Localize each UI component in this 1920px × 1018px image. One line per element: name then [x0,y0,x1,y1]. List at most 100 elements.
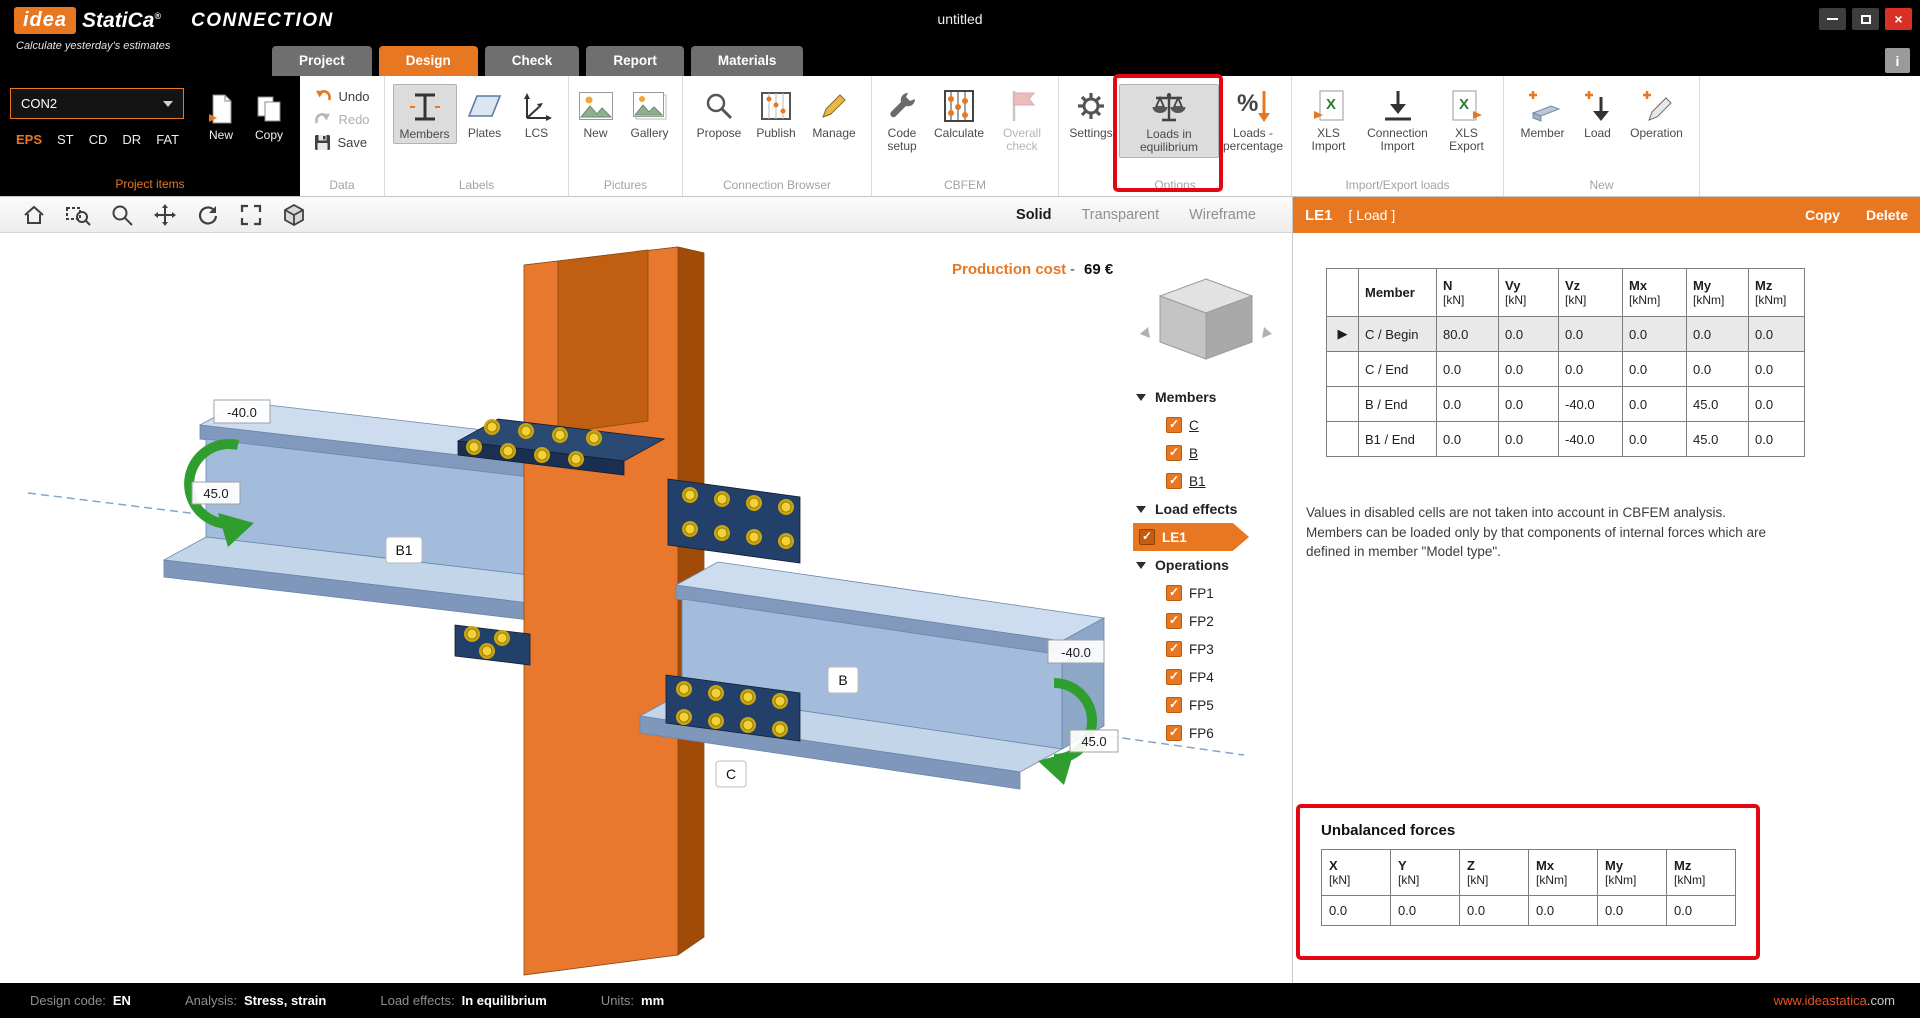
tree-header-load-effects[interactable]: Load effects [1133,495,1285,523]
column-header: Vz [1565,278,1616,293]
tab-project[interactable]: Project [272,46,372,76]
zoom-window-button[interactable] [65,203,91,227]
propose-button[interactable]: Propose [692,84,746,142]
tab-report[interactable]: Report [586,46,684,76]
tree-item-member-b1[interactable]: B1 [1133,467,1285,495]
settings-button[interactable]: Settings [1065,84,1117,142]
website-link[interactable]: www.ideastatica.com [1774,993,1895,1008]
code-setup-button[interactable]: Code setup [877,84,927,156]
rotate-button[interactable] [196,203,220,227]
delete-load-button[interactable]: Delete [1866,207,1908,223]
checkbox-checked-icon[interactable] [1166,613,1182,629]
cube-rotate-arrow-icon [1262,327,1272,338]
tree-header-operations[interactable]: Operations [1133,551,1285,579]
table-row: 0.0 0.0 0.0 0.0 0.0 0.0 [1322,896,1736,926]
checkbox-checked-icon[interactable] [1139,529,1155,545]
column-member-c[interactable] [524,247,704,975]
expander-icon[interactable] [1136,394,1146,401]
3d-scene[interactable]: -40.0 45.0 -40.0 45.0 B1 B C Production … [0,233,1292,983]
copy-project-item-button[interactable]: Copy [246,93,292,142]
publish-button[interactable]: Publish [748,84,804,142]
checkbox-checked-icon[interactable] [1166,417,1182,433]
pan-button[interactable] [153,203,177,227]
gear-icon [1074,87,1108,125]
column-header: My [1693,278,1742,293]
expander-icon[interactable] [1136,562,1146,569]
info-button[interactable]: i [1885,48,1910,73]
tab-check[interactable]: Check [485,46,580,76]
project-item-selector[interactable]: CON2 [10,88,184,119]
magnifier-icon [703,87,735,125]
overall-check-button[interactable]: Overall check [991,84,1053,156]
mode-cd[interactable]: CD [89,132,108,147]
connection-import-button[interactable]: Connection Import [1358,84,1438,156]
checkbox-checked-icon[interactable] [1166,725,1182,741]
new-load-button[interactable]: Load [1573,84,1623,142]
gallery-button[interactable]: Gallery [621,84,679,142]
new-picture-button[interactable]: New [573,84,619,142]
save-icon [314,134,331,151]
view-mode-solid[interactable]: Solid [1016,207,1051,223]
ribbon-group-data: Undo Redo Save Data [300,76,385,196]
copy-load-button[interactable]: Copy [1805,207,1840,223]
view-mode-wireframe[interactable]: Wireframe [1189,207,1256,223]
mode-fat[interactable]: FAT [156,132,179,147]
redo-button[interactable]: Redo [314,111,369,127]
checkbox-checked-icon[interactable] [1166,473,1182,489]
tab-design[interactable]: Design [379,46,478,76]
new-operation-button[interactable]: Operation [1625,84,1689,142]
zoom-button[interactable] [110,203,134,227]
production-cost-label: Production cost [952,261,1066,278]
view-mode-transparent[interactable]: Transparent [1081,207,1159,223]
tree-item-member-b[interactable]: B [1133,439,1285,467]
tree-item-le1[interactable]: LE1 [1133,523,1249,551]
solid-view-button[interactable] [282,203,306,227]
maximize-button[interactable] [1852,8,1879,30]
tree-item-fp6[interactable]: FP6 [1133,719,1285,747]
mode-dr[interactable]: DR [122,132,141,147]
xls-export-button[interactable]: X XLS Export [1440,84,1494,156]
members-labels-toggle[interactable]: Members [393,84,457,144]
table-row[interactable]: B / End 0.0 0.0 -40.0 0.0 45.0 0.0 [1327,387,1805,422]
checkbox-checked-icon[interactable] [1166,445,1182,461]
tree-item-member-c[interactable]: C [1133,411,1285,439]
calculate-button[interactable]: Calculate [929,84,989,142]
tree-item-fp4[interactable]: FP4 [1133,663,1285,691]
expander-icon[interactable] [1136,506,1146,513]
loads-percentage-button[interactable]: % Loads - percentage [1221,84,1285,156]
checkbox-checked-icon[interactable] [1166,697,1182,713]
checkbox-checked-icon[interactable] [1166,669,1182,685]
table-row[interactable]: ▶ C / Begin 80.0 0.0 0.0 0.0 0.0 0.0 [1327,317,1805,352]
table-row[interactable]: B1 / End 0.0 0.0 -40.0 0.0 45.0 0.0 [1327,422,1805,457]
navigation-cube[interactable] [1140,279,1272,359]
tree-header-members[interactable]: Members [1133,383,1285,411]
beam-b[interactable] [640,562,1104,789]
checkbox-checked-icon[interactable] [1166,585,1182,601]
manage-button[interactable]: Manage [806,84,862,142]
import-arrow-icon [1381,87,1415,125]
tab-materials[interactable]: Materials [691,46,804,76]
tree-item-fp5[interactable]: FP5 [1133,691,1285,719]
loads-in-equilibrium-toggle[interactable]: Loads in equilibrium [1119,84,1219,158]
table-row[interactable]: C / End 0.0 0.0 0.0 0.0 0.0 0.0 [1327,352,1805,387]
close-button[interactable]: × [1885,8,1912,30]
column-header: Mx [1629,278,1680,293]
tree-item-fp1[interactable]: FP1 [1133,579,1285,607]
tree-item-fp2[interactable]: FP2 [1133,607,1285,635]
tree-item-fp3[interactable]: FP3 [1133,635,1285,663]
checkbox-checked-icon[interactable] [1166,641,1182,657]
minimize-button[interactable] [1819,8,1846,30]
mode-st[interactable]: ST [57,132,74,147]
undo-button[interactable]: Undo [314,88,369,104]
plates-labels-toggle[interactable]: Plates [459,84,511,142]
fit-view-button[interactable] [239,203,263,227]
xls-import-button[interactable]: X XLS Import [1302,84,1356,156]
new-project-item-button[interactable]: New [198,93,244,142]
mode-eps[interactable]: EPS [16,132,42,147]
lcs-toggle[interactable]: LCS [513,84,561,142]
home-view-button[interactable] [22,203,46,227]
member-label-b: B [838,672,847,688]
chevron-down-icon [163,101,173,107]
save-button[interactable]: Save [314,134,367,151]
new-member-button[interactable]: Member [1515,84,1571,142]
